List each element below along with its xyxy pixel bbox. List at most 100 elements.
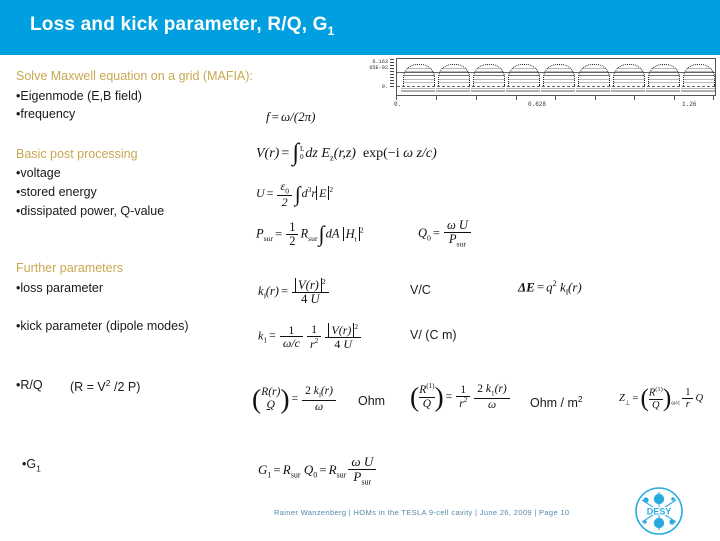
voltage-zc: z/c) [416, 145, 437, 161]
power-frac-den: 2 [289, 234, 296, 249]
unit-rq-dipole-text: Ohm / m [530, 396, 578, 411]
kick-equals: = [269, 328, 276, 343]
power-rsur-subscript: sur [308, 234, 318, 243]
integral-sign-icon: ∫ [318, 222, 325, 247]
rq-dipole-stack: R(1) Q [419, 382, 435, 410]
section-heading-further-parameters: Further parameters [16, 261, 123, 275]
kick-f1-num: 1 [279, 323, 303, 338]
bullet-kick-parameter: •kick parameter (dipole modes) [16, 319, 189, 333]
voltage-equals: = [281, 145, 290, 161]
energy-equals: = [266, 186, 274, 201]
voltage-exp: exp(−i [362, 145, 400, 161]
loss-equals: = [280, 284, 289, 299]
chart-xtick-2: 1.26 [682, 101, 697, 108]
unit-rq-dipole-superscript: 2 [577, 394, 583, 404]
formula-surface-power: Psur = 1 2 Rsur∫dA Ht2 [256, 220, 364, 249]
g1-rsur-2-subscript: sur [336, 470, 347, 480]
voltage-int-lower: 0 [299, 152, 304, 161]
delta-e-equals: = [536, 279, 545, 295]
page-title-subscript: 1 [327, 23, 335, 38]
chart-ytick-2: 0. [381, 84, 388, 90]
page-title-text: Loss and kick parameter, R/Q, G [30, 14, 328, 35]
bullet-voltage: •voltage [16, 166, 61, 180]
rq-dipole-q: Q [422, 397, 432, 410]
g1-lhs: G [258, 461, 268, 477]
rq-dipole-k-arg: (r) [494, 383, 507, 395]
zperp-paren-subscript: ω/c [671, 399, 681, 407]
energy-frac-num: ε0 [277, 180, 292, 197]
kick-f3-den: 4 U [325, 336, 361, 351]
power-frac-num: 1 [286, 220, 299, 236]
energy-field-abs: E [316, 186, 330, 201]
zperp-top: R(1) [648, 386, 663, 401]
bullet-r-over-q: •R/Q [16, 379, 43, 392]
zperp-z-subscript: ⊥ [624, 399, 631, 407]
rq-dipole-r-superscript: (1) [426, 382, 435, 391]
right-paren-icon: ) [280, 383, 290, 415]
bullet-eigenmode: •Eigenmode (E,B field) [16, 89, 142, 103]
unit-kick-parameter: V/ (C m) [410, 328, 457, 342]
kick-f2-den: r2 [307, 336, 321, 351]
g1-equals-2: = [319, 461, 327, 477]
formula-voltage: V(r) = ∫ L 0 dz Ez(r,z) exp(−i ω z/c) [256, 139, 437, 167]
slide-canvas: Loss and kick parameter, R/Q, G1 Solve M… [0, 0, 720, 540]
rq-monopole-r: R(r) [261, 386, 281, 399]
formula-transverse-impedance: Z⊥ =(R(1) Q)ω/c 1 r Q [619, 386, 703, 412]
g1-p-subscript: sur [361, 477, 372, 487]
g1-rsur-2: R [328, 461, 337, 477]
zperp-r-superscript: (1) [655, 386, 663, 393]
rq-monopole-fraction: 2 k‖(r) ω [302, 385, 336, 413]
power-half-fraction: 12 [286, 220, 299, 249]
zperp-fraction: 1r [682, 387, 694, 410]
r-over-q-note-a: (R = V [70, 380, 106, 395]
voltage-integral-limits: L0 [299, 145, 304, 161]
voltage-ez-arg: (r,z) [333, 145, 356, 161]
power-h-abs: Ht [342, 226, 360, 242]
energy-frac-den: 2 [281, 195, 288, 210]
footer-citation: Rainer Wanzenberg | HOMs in the TESLA 9-… [274, 508, 570, 517]
g1-omega: ω [351, 454, 361, 469]
formula-frequency: f = ω/(2π) [266, 110, 315, 123]
bullet-dissipated-power: •dissipated power, Q-value [16, 204, 165, 218]
chart-xtick-0: 0. [394, 101, 402, 108]
chart-plot-area [396, 58, 716, 96]
integral-sign-icon: ∫ [292, 139, 299, 167]
integral-sign-icon: ∫ [294, 182, 301, 207]
g1-rsur-1-subscript: sur [290, 470, 301, 480]
bullet-frequency: •frequency [16, 107, 76, 121]
kick-f3-4: 4 [334, 336, 341, 351]
frequency-close: ) [311, 109, 316, 124]
rq-monopole-q: Q [266, 398, 275, 411]
loss-fraction: V(r) 2 4 U [292, 277, 329, 306]
frequency-div2: /(2 [290, 109, 305, 124]
g1-fraction: ω U Psur [348, 454, 377, 487]
r-over-q-label: •R/Q [16, 378, 43, 392]
left-paren-icon: ( [410, 381, 420, 413]
frequency-omega: ω [280, 109, 291, 124]
chart-ytick-1: 65E-02 [369, 65, 388, 71]
qfactor-omega: ω [446, 218, 456, 232]
voltage-ez: E [321, 145, 330, 161]
zperp-equals: = [632, 393, 639, 405]
bullet-loss-parameter: •loss parameter [16, 281, 104, 295]
rq-dipole-fraction-2: 2 k1(r) ω [474, 383, 510, 411]
loss-v-superscript: 2 [321, 277, 326, 286]
unit-rq-monopole: Ohm [358, 394, 386, 408]
energy-epsilon-fraction: ε0 2 [277, 180, 292, 210]
loss-v-abs: V(r) [295, 278, 322, 293]
delta-e-q-superscript: 2 [552, 279, 557, 288]
energy-epsilon-subscript: 0 [285, 186, 289, 196]
qfactor-fraction: ω U Psur [443, 218, 471, 249]
g1-u: U [363, 454, 374, 469]
loss-num: V(r) 2 [292, 277, 329, 294]
kick-fraction-3: V(r) 2 4 U [325, 323, 362, 351]
r-over-q-note-b: /2 P) [110, 380, 141, 395]
power-lhs: P [256, 226, 264, 241]
energy-lhs: U [256, 186, 265, 201]
svg-text:DESY: DESY [647, 506, 672, 516]
rq-dipole-f1-den: r2 [456, 396, 470, 410]
qfactor-den: Psur [444, 233, 471, 249]
kick-f1-den: ω/c [280, 337, 303, 350]
loss-k-arg: (r) [265, 284, 279, 299]
formula-q-factor: Q0 = ω U Psur [418, 218, 473, 249]
